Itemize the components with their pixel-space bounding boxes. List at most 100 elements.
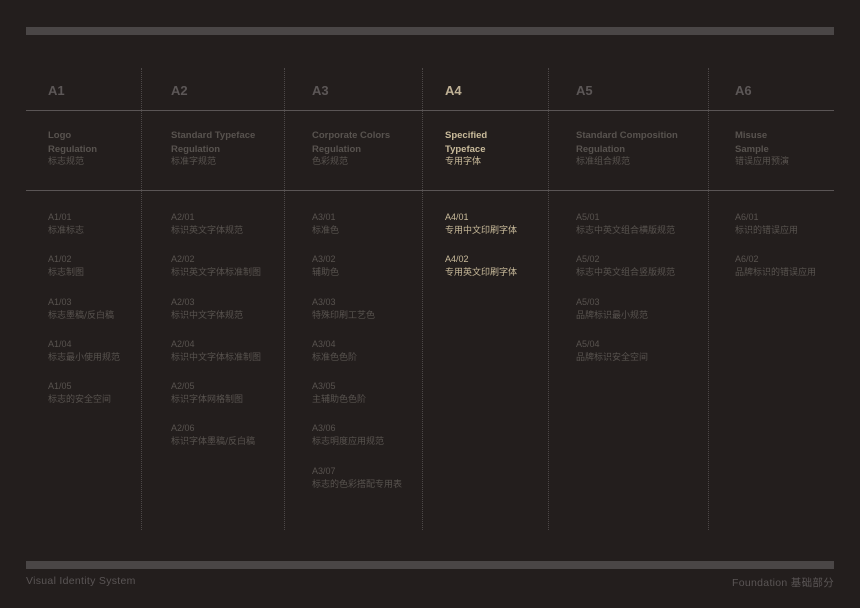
- item-label: 标识中文字体规范: [171, 310, 244, 321]
- section-title: Standard Composition Regulation 标准组合规范: [576, 129, 678, 170]
- top-bar: [26, 27, 834, 35]
- column-divider: [422, 68, 423, 530]
- item-label: 标识中文字体标准制图: [171, 352, 262, 363]
- item-code: A2/05: [171, 381, 195, 392]
- list-item: A3/06 标志明度应用规范: [312, 421, 402, 463]
- item-label: 辅助色: [312, 268, 340, 279]
- item-label: 专用中文印刷字体: [445, 226, 518, 236]
- list-item: A1/05 标志的安全空间: [48, 379, 120, 421]
- section-code: A4: [445, 83, 462, 98]
- list-item: A2/01 标识英文字体规范: [171, 210, 261, 252]
- item-code: A3/01: [312, 212, 336, 222]
- section-title-line: Regulation: [171, 143, 221, 155]
- item-label: 标识英文字体标准制图: [171, 268, 262, 279]
- item-label: 主辅助色色阶: [312, 395, 367, 406]
- list-item: A4/02 专用英文印刷字体: [445, 252, 517, 294]
- section-code: A5: [576, 83, 593, 98]
- item-label: 标识字体网格制图: [171, 395, 244, 406]
- list-item: A3/07 标志的色彩搭配专用表: [312, 464, 402, 506]
- item-label: 品牌标识的错误应用: [735, 268, 817, 279]
- header-rule: [26, 110, 834, 111]
- list-item: A5/01 标志中英文组合横版规范: [576, 210, 675, 252]
- item-label: 标识英文字体规范: [171, 226, 244, 236]
- section-title: Standard Typeface Regulation 标准字规范: [171, 129, 255, 170]
- list-item: A1/01 标准标志: [48, 210, 120, 252]
- footer-section-en: Foundation: [732, 577, 788, 589]
- item-list: A6/01 标识的错误应用 A6/02 品牌标识的错误应用: [735, 210, 816, 295]
- section-title-line: Sample: [735, 143, 769, 155]
- item-list: A4/01 专用中文印刷字体 A4/02 专用英文印刷字体: [445, 210, 517, 295]
- item-label: 标识的错误应用: [735, 226, 799, 236]
- section-title-line: Standard Typeface: [171, 130, 256, 141]
- section-title-cn: 标准组合规范: [576, 157, 631, 167]
- section-code: A1: [48, 83, 65, 98]
- footer-system-name: Visual Identity System: [26, 575, 136, 587]
- item-label: 标志墨稿/反白稿: [48, 310, 115, 321]
- item-code: A1/05: [48, 381, 72, 392]
- item-label: 标志中英文组合横版规范: [576, 226, 676, 236]
- list-item: A3/05 主辅助色色阶: [312, 379, 402, 421]
- item-label: 标志中英文组合竖版规范: [576, 268, 676, 279]
- list-item: A6/02 品牌标识的错误应用: [735, 252, 816, 294]
- list-item: A2/03 标识中文字体规范: [171, 295, 261, 337]
- item-list: A3/01 标准色 A3/02 辅助色 A3/03 特殊印刷工艺色 A3/04 标准色色阶 A3…: [312, 210, 402, 506]
- list-item: A5/02 标志中英文组合竖版规范: [576, 252, 675, 294]
- item-code: A3/02: [312, 254, 336, 265]
- section-code: A2: [171, 83, 188, 98]
- list-item: A3/02 辅助色: [312, 252, 402, 294]
- item-code: A3/03: [312, 296, 336, 307]
- item-code: A5/01: [576, 212, 600, 222]
- bottom-bar: [26, 561, 834, 569]
- item-code: A1/01: [48, 212, 72, 222]
- column-divider: [548, 68, 549, 530]
- item-code: A2/03: [171, 296, 195, 307]
- item-code: A1/04: [48, 338, 72, 349]
- item-list: A1/01 标准标志 A1/02 标志制图 A1/03 标志墨稿/反白稿 A1/04 标志最小…: [48, 210, 120, 421]
- item-code: A5/04: [576, 338, 600, 349]
- section-title: Misuse Sample 错误应用预演: [735, 129, 789, 170]
- item-code: A6/02: [735, 254, 759, 265]
- list-item: A2/04 标识中文字体标准制图: [171, 337, 261, 379]
- section-title-line: Corporate Colors: [312, 130, 391, 141]
- item-label: 标志最小使用规范: [48, 352, 121, 363]
- footer-section-name: Foundation 基础部分: [732, 575, 834, 590]
- column-divider: [708, 68, 709, 530]
- list-item: A2/05 标识字体网格制图: [171, 379, 261, 421]
- item-label: 标志的色彩搭配专用表: [312, 479, 403, 490]
- section-title: Specified Typeface 专用字体: [445, 129, 487, 170]
- item-code: A3/07: [312, 465, 336, 476]
- list-item: A4/01 专用中文印刷字体: [445, 210, 517, 252]
- title-rule: [26, 190, 834, 191]
- section-title-line: Regulation: [312, 143, 362, 155]
- item-label: 标志明度应用规范: [312, 437, 385, 448]
- section-title: Corporate Colors Regulation 色彩规范: [312, 129, 390, 170]
- section-title-line: Misuse: [735, 130, 768, 141]
- section-title-line: Standard Composition: [576, 130, 678, 141]
- list-item: A6/01 标识的错误应用: [735, 210, 816, 252]
- item-code: A2/04: [171, 338, 195, 349]
- section-code: A6: [735, 83, 752, 98]
- item-code: A6/01: [735, 212, 759, 222]
- section-title-line: Regulation: [576, 143, 626, 155]
- item-code: A4/02: [445, 254, 469, 265]
- list-item: A1/02 标志制图: [48, 252, 120, 294]
- item-label: 标准色色阶: [312, 352, 358, 363]
- item-code: A2/01: [171, 212, 195, 222]
- item-label: 标志的安全空间: [48, 395, 112, 406]
- item-label: 标志制图: [48, 268, 85, 279]
- section-title: Logo Regulation 标志规范: [48, 129, 97, 170]
- list-item: A2/06 标识字体墨稿/反白稿: [171, 421, 261, 463]
- item-label: 专用英文印刷字体: [445, 268, 518, 279]
- item-code: A2/06: [171, 423, 195, 434]
- list-item: A3/04 标准色色阶: [312, 337, 402, 379]
- item-code: A5/03: [576, 296, 600, 307]
- list-item: A3/01 标准色: [312, 210, 402, 252]
- section-title-line: Typeface: [445, 143, 486, 155]
- item-code: A5/02: [576, 254, 600, 265]
- item-label: 特殊印刷工艺色: [312, 310, 376, 321]
- section-title-line: Specified: [445, 130, 488, 141]
- item-label: 品牌标识最小规范: [576, 310, 649, 321]
- list-item: A5/03 品牌标识最小规范: [576, 295, 675, 337]
- section-title-cn: 色彩规范: [312, 157, 349, 167]
- section-title-line: Logo: [48, 130, 72, 141]
